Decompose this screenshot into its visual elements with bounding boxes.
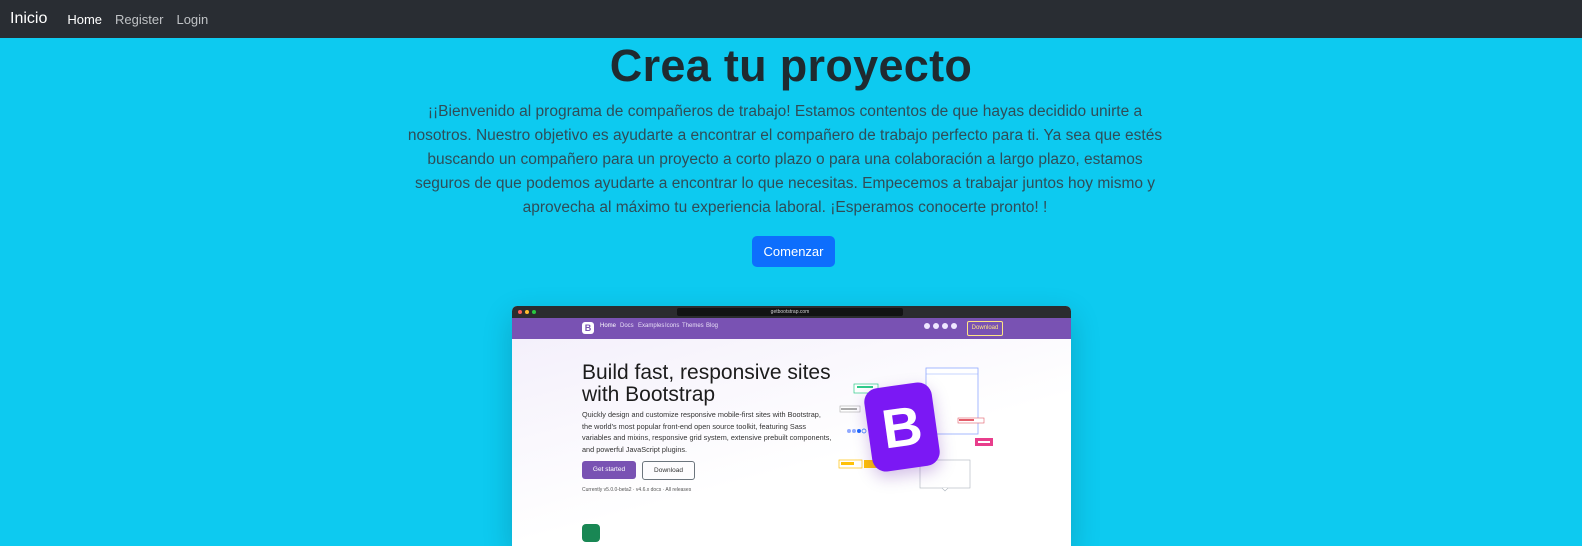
component-illustration — [838, 367, 993, 492]
nav-home[interactable]: Home — [67, 12, 102, 27]
start-button[interactable]: Comenzar — [752, 236, 835, 267]
bootstrap-logo-icon: B — [862, 380, 942, 474]
hero-description: ¡¡Bienvenido al programa de compañeros d… — [407, 103, 1163, 216]
nav-register[interactable]: Register — [115, 12, 163, 27]
top-navbar: Inicio Home Register Login — [0, 0, 1582, 38]
bootstrap-preview-image: getbootstrap.com B Home Docs Examples Ic… — [512, 306, 1071, 546]
hero-title: Crea tu proyecto — [609, 40, 973, 91]
nav-login[interactable]: Login — [176, 12, 208, 27]
brand-link[interactable]: Inicio — [10, 10, 47, 28]
